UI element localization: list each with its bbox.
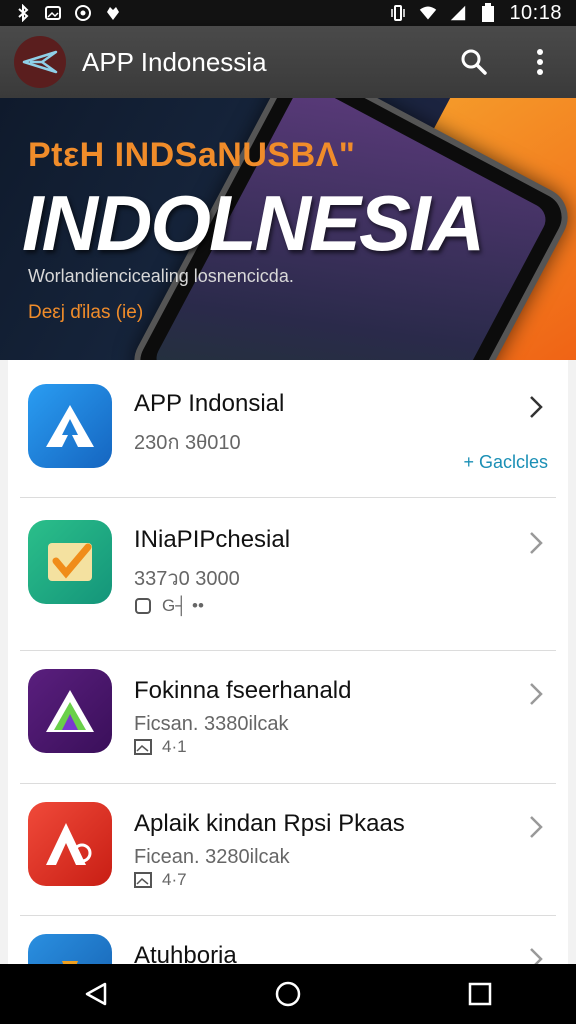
check-tile-icon: [28, 520, 112, 604]
banner-cta-link[interactable]: Deεj ďilas (ie): [28, 302, 143, 324]
battery-icon: [479, 3, 497, 22]
bluetooth-icon: [14, 4, 32, 22]
back-icon[interactable]: [66, 969, 126, 1019]
app-list: APP Indonsial 230ก 3θ010 + Gaclcles INia…: [8, 360, 568, 964]
vibrate-icon: [389, 4, 407, 22]
app-logo-icon[interactable]: [14, 36, 66, 88]
image-icon: [134, 872, 152, 888]
app-extra-text: G┤ ••: [162, 596, 204, 615]
banner-tagline: Worlandiencicealing losnencicda.: [28, 266, 294, 286]
sync-icon: [74, 4, 92, 22]
device-icon: [135, 598, 151, 614]
navigation-bar: [0, 964, 576, 1024]
add-button[interactable]: + Gaclcles: [463, 452, 548, 473]
app-extra: G┤ ••: [134, 596, 204, 616]
purple-a-icon: [28, 669, 112, 753]
blue-partial-icon: [28, 934, 112, 964]
banner-subtitle: PtεH INDSaNUSBΛ": [28, 136, 356, 174]
app-title: Fokinna fseerhanald: [134, 677, 352, 704]
app-title: APP Indonsial: [134, 390, 285, 417]
app-bar: APP Indonessia: [0, 26, 576, 98]
photo-icon: [44, 4, 62, 22]
chevron-right-icon[interactable]: [526, 392, 546, 422]
app-title: INiaPIPchesial: [134, 526, 291, 553]
blue-a-icon: [28, 384, 112, 468]
list-item[interactable]: INiaPIPchesial 337ว0 3000 G┤ ••: [20, 498, 556, 651]
app-meta: 230ก 3θ010: [134, 432, 241, 454]
chevron-right-icon[interactable]: [526, 528, 546, 558]
app-rating: 4·1: [162, 737, 187, 756]
home-icon[interactable]: [258, 969, 318, 1019]
search-icon[interactable]: [452, 40, 496, 84]
notification-icon: [104, 4, 122, 22]
list-item[interactable]: Fokinna fseerhanald Ficsan. 3380ilcak 4·…: [20, 651, 556, 784]
app-title: APP Indonessia: [82, 46, 267, 77]
list-item[interactable]: Aplaik kindan Rpsi Pkaas Ficean. 3280ilc…: [20, 784, 556, 916]
status-time: 10:18: [509, 1, 562, 24]
app-extra: 4·7: [134, 870, 187, 890]
app-meta: Ficsan. 3380ilcak: [134, 713, 289, 735]
wifi-icon: [419, 4, 437, 22]
banner-title: INDOLNESIA: [22, 179, 485, 267]
list-item[interactable]: APP Indonsial 230ก 3θ010 + Gaclcles: [20, 360, 556, 498]
more-vert-icon[interactable]: [518, 40, 562, 84]
app-title: Atuhboria: [134, 942, 237, 964]
status-bar: 10:18: [0, 0, 576, 26]
app-meta: 337ว0 3000: [134, 568, 240, 590]
promo-banner[interactable]: PtεH INDSaNUSBΛ" INDOLNESIA Worlandienci…: [0, 98, 576, 360]
chevron-right-icon[interactable]: [526, 679, 546, 709]
status-right-icons: 10:18: [389, 2, 562, 25]
image-icon: [134, 739, 152, 755]
red-a-icon: [28, 802, 112, 886]
chevron-right-icon[interactable]: [526, 944, 546, 964]
app-extra: 4·1: [134, 737, 187, 757]
signal-icon: [449, 4, 467, 22]
app-title: Aplaik kindan Rpsi Pkaas: [134, 810, 405, 837]
app-meta: Ficean. 3280ilcak: [134, 846, 290, 868]
status-left-icons: [14, 4, 122, 22]
chevron-right-icon[interactable]: [526, 812, 546, 842]
recents-icon[interactable]: [450, 969, 510, 1019]
app-rating: 4·7: [162, 870, 187, 889]
list-item[interactable]: Atuhboria: [20, 916, 556, 964]
